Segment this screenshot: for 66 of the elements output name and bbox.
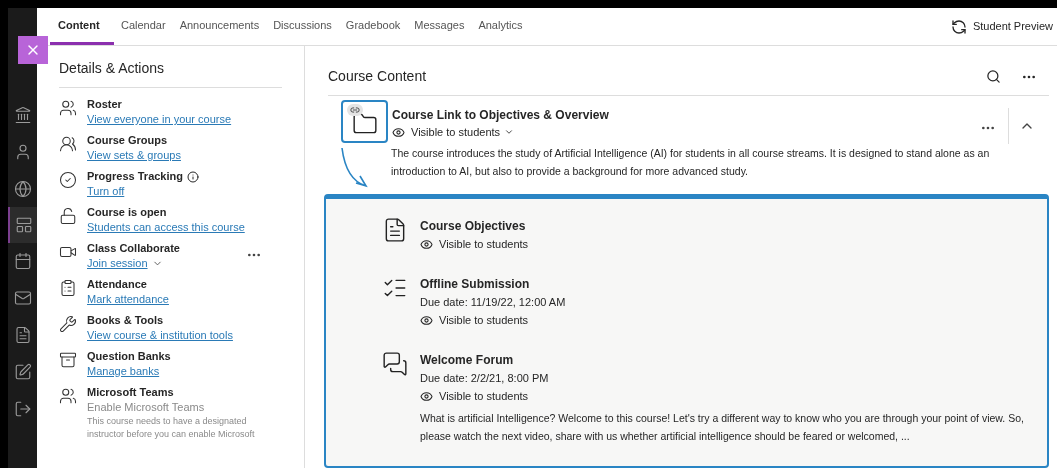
item-description: What is artificial Intelligence? Welcome to this course! Let's try a different way to know who you are through your point of view. So, please watch the next video, share with us whether artificial intelligence should be feared or welcomed, ... (420, 411, 1025, 444)
action-link[interactable]: View course & institution tools (87, 328, 233, 343)
action-link[interactable]: Mark attendance (87, 292, 169, 307)
note-text: This course needs to have a designated instructor before you can enable Microsoft (87, 415, 256, 441)
student-preview-button[interactable]: Student Preview (950, 8, 1053, 45)
visibility-status: Visible to students (439, 389, 529, 404)
group-icon (59, 135, 77, 153)
edit-icon (13, 363, 32, 381)
item-title: Books & Tools (87, 313, 164, 328)
arrow-icon (340, 146, 370, 190)
mail-icon (13, 289, 32, 307)
content-title: Course Content (328, 67, 428, 86)
item-title: Microsoft Teams (87, 385, 174, 400)
sign-out-icon (13, 400, 32, 418)
folder-title[interactable]: Course Link to Objectives & Overview (392, 106, 980, 124)
folder-description: The course introduces the study of Artificial Intelligence (AI) for students in all course streams. It is designed to stand alone as an introduction to AI, but also to provide a background for more advanced study. (390, 146, 991, 179)
action-link[interactable]: View everyone in your course (87, 112, 232, 127)
due-date: Due date: 11/19/22, 12:00 AM (420, 295, 566, 310)
preview-icon (950, 18, 967, 35)
item-title[interactable]: Welcome Forum (420, 351, 1031, 369)
nav-tab[interactable]: Discussions (266, 8, 339, 45)
due-date: Due date: 2/2/21, 8:00 PM (420, 371, 550, 386)
nav-tab[interactable]: Announcements (172, 8, 267, 45)
item-title: Progress Tracking (87, 169, 183, 184)
item-title: Roster (87, 97, 122, 112)
document-icon (13, 326, 32, 344)
institution-icon (13, 106, 32, 124)
check-circle-icon (59, 171, 77, 189)
action-link[interactable]: Turn off (87, 184, 125, 199)
item-title: Question Banks (87, 349, 171, 364)
chat-bubbles-icon (382, 351, 408, 377)
clipboard-icon (59, 279, 77, 297)
visibility-dropdown[interactable]: Visible to students (411, 124, 515, 141)
visibility-status: Visible to students (439, 313, 529, 328)
nav-item[interactable] (8, 207, 37, 243)
wrench-icon (59, 315, 77, 333)
eye-icon (420, 313, 433, 327)
nav-tab[interactable]: Calendar (114, 8, 173, 45)
folder-tile[interactable] (341, 100, 388, 143)
calendar-icon (13, 252, 32, 270)
action-link[interactable]: Manage banks (87, 364, 160, 379)
globe-icon (13, 180, 32, 198)
eye-icon (420, 237, 433, 251)
nav-tab[interactable]: Messages (407, 8, 472, 45)
tray-icon (59, 351, 77, 369)
nav-tab[interactable]: Analytics (471, 8, 530, 45)
panel-title: Details & Actions (59, 58, 282, 88)
disabled-action: Enable Microsoft Teams (87, 400, 206, 415)
people-icon (59, 99, 77, 117)
action-link[interactable]: Join session (87, 256, 148, 271)
action-link[interactable]: View sets & groups (87, 148, 181, 163)
visibility-status: Visible to students (439, 237, 529, 252)
item-title: Course Groups (87, 133, 168, 148)
unlocked-icon (59, 207, 77, 225)
info-icon[interactable] (187, 170, 199, 183)
item-title: Course is open (87, 205, 167, 220)
item-title: Class Collaborate (87, 241, 180, 256)
eye-icon (420, 389, 433, 403)
nav-tab[interactable]: Gradebook (338, 8, 408, 45)
eye-icon (392, 125, 405, 139)
nav-tab[interactable]: Content (50, 8, 114, 45)
search-icon[interactable] (986, 69, 1001, 84)
item-title[interactable]: Course Objectives (420, 217, 529, 235)
action-link[interactable]: Students can access this course (87, 220, 245, 235)
item-title: Attendance (87, 277, 147, 292)
item-title[interactable]: Offline Submission (420, 275, 566, 293)
